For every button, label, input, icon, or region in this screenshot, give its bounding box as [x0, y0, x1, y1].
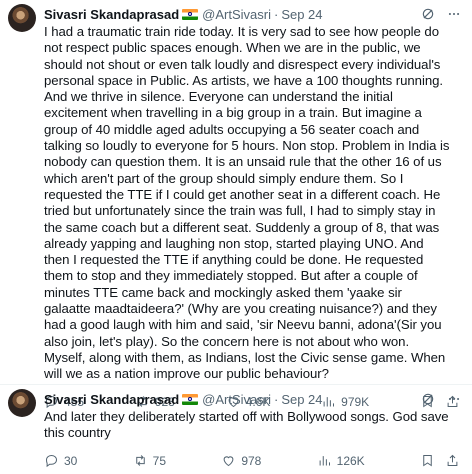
- separator-dot: ·: [273, 6, 279, 22]
- avatar[interactable]: [8, 4, 36, 32]
- tweet-header-icons: [420, 6, 462, 22]
- author-name[interactable]: Sivasri Skandaprasad: [44, 392, 179, 407]
- tweet[interactable]: Sivasri Skandaprasad @ArtSivasri · Sep 2…: [0, 0, 472, 409]
- reply-count: 30: [64, 453, 78, 468]
- more-icon[interactable]: [446, 6, 462, 22]
- tweet-header-icons: [420, 391, 462, 407]
- avatar[interactable]: [8, 389, 36, 417]
- tweet-text: I had a traumatic train ride today. It i…: [44, 24, 454, 382]
- author-handle[interactable]: @ArtSivasri: [202, 392, 271, 407]
- tweet-date[interactable]: Sep 24: [281, 392, 322, 407]
- tweet-date[interactable]: Sep 24: [281, 7, 322, 22]
- reply-button[interactable]: 30: [44, 453, 77, 468]
- tweet[interactable]: Sivasri Skandaprasad @ArtSivasri · Sep 2…: [0, 385, 472, 474]
- share-button[interactable]: [445, 453, 460, 468]
- author-name[interactable]: Sivasri Skandaprasad: [44, 7, 179, 22]
- bookmark-button[interactable]: [420, 453, 435, 468]
- repost-count: 75: [152, 453, 167, 468]
- author-handle[interactable]: @ArtSivasri: [202, 7, 271, 22]
- tweet-text: And later they deliberately started off …: [44, 409, 453, 441]
- more-icon[interactable]: [446, 391, 462, 407]
- repost-button[interactable]: 75: [133, 453, 166, 468]
- tweet-header: Sivasri Skandaprasad @ArtSivasri · Sep 2…: [44, 389, 464, 409]
- like-count: 978: [241, 453, 262, 468]
- tweet-actions: 30 75 978 126K: [44, 450, 464, 472]
- repost-icon: [135, 455, 145, 466]
- bookmark-icon: [423, 455, 432, 467]
- india-flag-icon: [182, 8, 199, 20]
- grok-icon[interactable]: [420, 6, 436, 22]
- views-icon: [319, 456, 330, 466]
- separator-dot: ·: [273, 391, 279, 407]
- tweet-header: Sivasri Skandaprasad @ArtSivasri · Sep 2…: [44, 4, 464, 24]
- views-count: 126K: [336, 453, 365, 468]
- tweet-secondary-actions: [420, 453, 460, 468]
- like-icon: [223, 456, 234, 467]
- share-icon: [447, 454, 458, 467]
- views-button[interactable]: 126K: [317, 453, 365, 468]
- like-button[interactable]: 978: [221, 453, 261, 468]
- india-flag-icon: [182, 393, 199, 405]
- reply-icon: [45, 455, 58, 468]
- grok-icon[interactable]: [420, 391, 436, 407]
